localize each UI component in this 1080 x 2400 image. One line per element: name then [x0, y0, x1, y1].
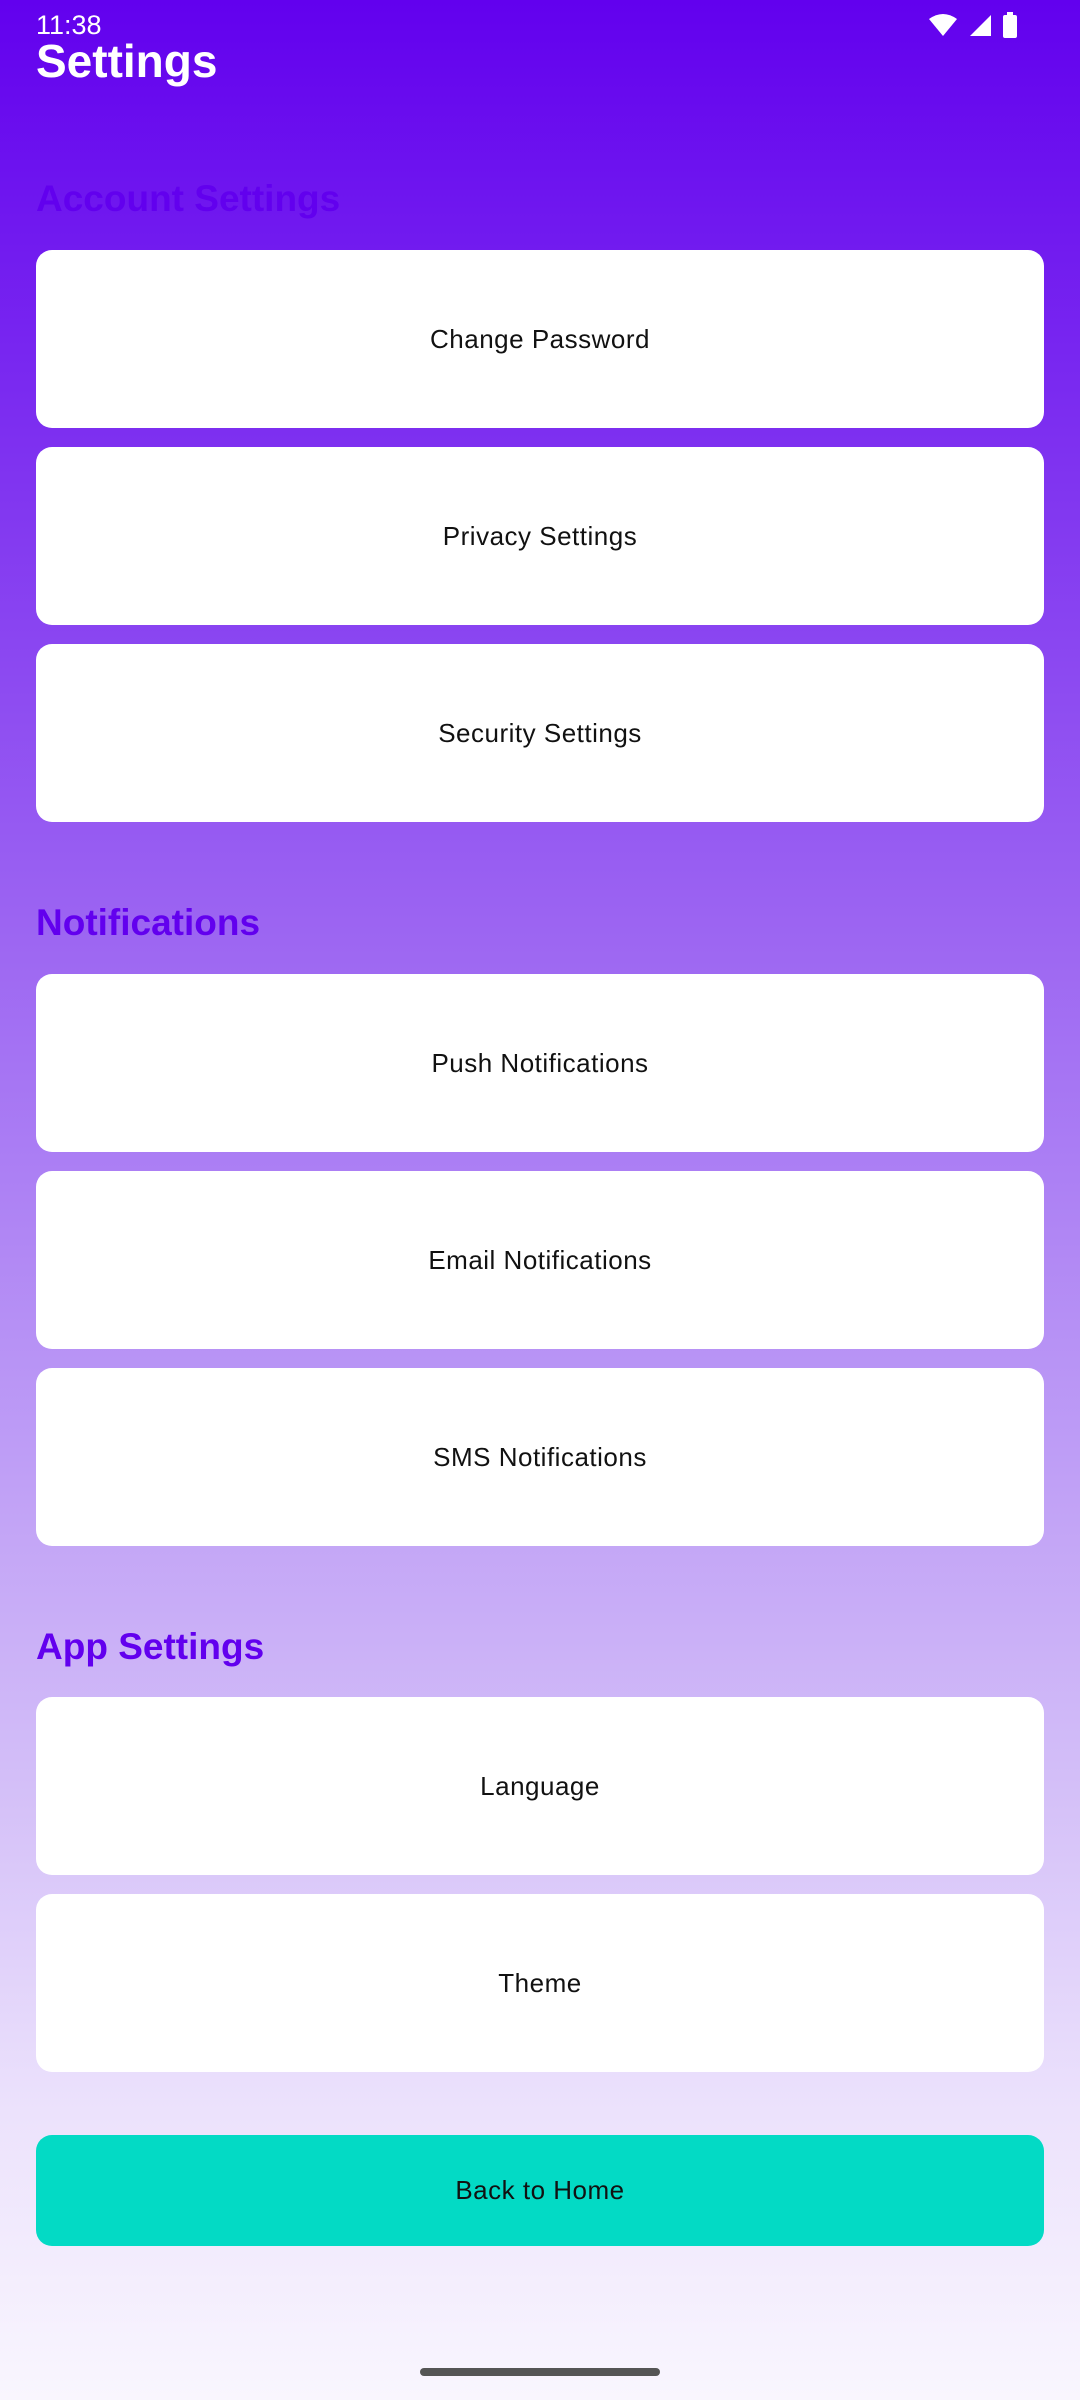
page-title: Settings — [36, 35, 218, 87]
section-heading-app-settings: App Settings — [36, 1626, 265, 1667]
sms-notifications-button[interactable]: SMS Notifications — [36, 1368, 1044, 1546]
section-heading-notifications: Notifications — [36, 902, 261, 943]
battery-icon — [1002, 12, 1018, 38]
cellular-signal-icon — [968, 13, 992, 37]
home-indicator[interactable] — [420, 2368, 660, 2376]
wifi-icon — [928, 13, 958, 37]
security-settings-button[interactable]: Security Settings — [36, 644, 1044, 822]
language-button[interactable]: Language — [36, 1697, 1044, 1875]
change-password-button[interactable]: Change Password — [36, 250, 1044, 428]
theme-button[interactable]: Theme — [36, 1894, 1044, 2072]
privacy-settings-button[interactable]: Privacy Settings — [36, 447, 1044, 625]
email-notifications-button[interactable]: Email Notifications — [36, 1171, 1044, 1349]
back-to-home-button[interactable]: Back to Home — [36, 2135, 1044, 2246]
push-notifications-button[interactable]: Push Notifications — [36, 974, 1044, 1152]
status-icons — [928, 12, 1018, 38]
section-heading-account-settings: Account Settings — [36, 178, 341, 219]
